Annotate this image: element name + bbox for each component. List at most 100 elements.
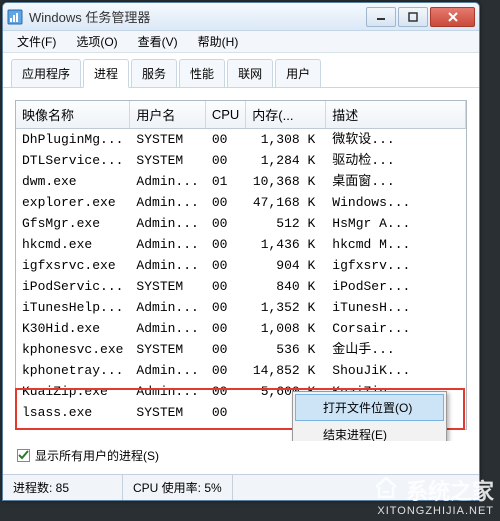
- cell-mem: 1,436 K: [246, 234, 326, 255]
- status-cpu-usage: CPU 使用率: 5%: [123, 475, 233, 500]
- cell-cpu: 00: [205, 402, 245, 423]
- cell-mem: 1,352 K: [246, 297, 326, 318]
- cell-cpu: 00: [205, 297, 245, 318]
- table-row[interactable]: kphonetray...Admin...0014,852 KShouJiK..…: [16, 360, 466, 381]
- cell-mem: 10,368 K: [246, 171, 326, 192]
- tab-services[interactable]: 服务: [131, 59, 177, 87]
- cell-cpu: 00: [205, 276, 245, 297]
- cell-cpu: 00: [205, 255, 245, 276]
- table-row[interactable]: DhPluginMg...SYSTEM001,308 K微软设...: [16, 129, 466, 151]
- cell-cpu: 00: [205, 129, 245, 151]
- context-menu: 打开文件位置(O) 结束进程(E): [292, 391, 447, 441]
- cell-mem: 840 K: [246, 276, 326, 297]
- menu-help[interactable]: 帮助(H): [188, 31, 249, 52]
- cell-user: Admin...: [130, 381, 205, 402]
- cell-user: SYSTEM: [130, 129, 205, 151]
- cell-cpu: 00: [205, 318, 245, 339]
- cell-user: Admin...: [130, 255, 205, 276]
- cell-cpu: 00: [205, 339, 245, 360]
- ctx-open-file-location[interactable]: 打开文件位置(O): [295, 394, 444, 421]
- cell-desc: HsMgr A...: [326, 213, 466, 234]
- cell-mem: 512 K: [246, 213, 326, 234]
- cell-cpu: 00: [205, 192, 245, 213]
- table-row[interactable]: iPodServic...SYSTEM00840 KiPodSer...: [16, 276, 466, 297]
- cell-user: Admin...: [130, 213, 205, 234]
- menu-options[interactable]: 选项(O): [66, 31, 127, 52]
- menu-file[interactable]: 文件(F): [7, 31, 66, 52]
- cell-cpu: 00: [205, 150, 245, 171]
- tab-performance[interactable]: 性能: [179, 59, 225, 87]
- table-row[interactable]: hkcmd.exeAdmin...001,436 Khkcmd M...: [16, 234, 466, 255]
- cell-mem: 536 K: [246, 339, 326, 360]
- cell-img: DhPluginMg...: [16, 129, 130, 151]
- cell-desc: 桌面窗...: [326, 171, 466, 192]
- table-row[interactable]: DTLService...SYSTEM001,284 K驱动检...: [16, 150, 466, 171]
- show-all-users-checkbox[interactable]: [17, 449, 30, 462]
- cell-desc: ShouJiK...: [326, 360, 466, 381]
- check-icon: [18, 450, 29, 461]
- menubar: 文件(F) 选项(O) 查看(V) 帮助(H): [3, 31, 479, 53]
- minimize-button[interactable]: [366, 7, 396, 27]
- table-row[interactable]: kphonesvc.exeSYSTEM00536 K金山手...: [16, 339, 466, 360]
- cell-desc: igfxsrv...: [326, 255, 466, 276]
- cell-img: hkcmd.exe: [16, 234, 130, 255]
- statusbar: 进程数: 85 CPU 使用率: 5%: [3, 474, 479, 500]
- cell-mem: 1,284 K: [246, 150, 326, 171]
- tab-applications[interactable]: 应用程序: [11, 59, 81, 87]
- cell-img: dwm.exe: [16, 171, 130, 192]
- tab-processes[interactable]: 进程: [83, 59, 129, 88]
- ctx-end-process[interactable]: 结束进程(E): [295, 421, 444, 441]
- watermark-url: XITONGZHIJIA.NET: [372, 505, 494, 517]
- process-list[interactable]: 映像名称 用户名 CPU 内存(... 描述 DhPluginMg...SYST…: [15, 100, 467, 430]
- col-description[interactable]: 描述: [326, 101, 466, 129]
- cell-user: Admin...: [130, 171, 205, 192]
- cell-desc: iTunesH...: [326, 297, 466, 318]
- cell-img: GfsMgr.exe: [16, 213, 130, 234]
- maximize-button[interactable]: [398, 7, 428, 27]
- bottom-controls: 显示所有用户的进程(S): [3, 441, 479, 474]
- col-memory[interactable]: 内存(...: [246, 101, 326, 129]
- cell-desc: Windows...: [326, 192, 466, 213]
- column-headers: 映像名称 用户名 CPU 内存(... 描述: [16, 101, 466, 129]
- cell-cpu: 00: [205, 234, 245, 255]
- cell-mem: 1,308 K: [246, 129, 326, 151]
- table-row[interactable]: dwm.exeAdmin...0110,368 K桌面窗...: [16, 171, 466, 192]
- col-user-name[interactable]: 用户名: [130, 101, 205, 129]
- cell-user: Admin...: [130, 318, 205, 339]
- cell-user: Admin...: [130, 360, 205, 381]
- cell-desc: 金山手...: [326, 339, 466, 360]
- table-row[interactable]: K30Hid.exeAdmin...001,008 KCorsair...: [16, 318, 466, 339]
- col-image-name[interactable]: 映像名称: [16, 101, 130, 129]
- cell-desc: 微软设...: [326, 129, 466, 151]
- col-cpu[interactable]: CPU: [205, 101, 245, 129]
- titlebar[interactable]: Windows 任务管理器: [3, 3, 479, 31]
- table-row[interactable]: GfsMgr.exeAdmin...00512 KHsMgr A...: [16, 213, 466, 234]
- cell-img: K30Hid.exe: [16, 318, 130, 339]
- process-table-area: 映像名称 用户名 CPU 内存(... 描述 DhPluginMg...SYST…: [3, 88, 479, 441]
- cell-cpu: 00: [205, 360, 245, 381]
- cell-img: iTunesHelp...: [16, 297, 130, 318]
- cell-user: SYSTEM: [130, 402, 205, 423]
- cell-img: iPodServic...: [16, 276, 130, 297]
- close-button[interactable]: [430, 7, 475, 27]
- cell-img: KuaiZip.exe: [16, 381, 130, 402]
- cell-user: SYSTEM: [130, 150, 205, 171]
- cell-desc: hkcmd M...: [326, 234, 466, 255]
- cell-img: kphonesvc.exe: [16, 339, 130, 360]
- cell-img: kphonetray...: [16, 360, 130, 381]
- cell-mem: 47,168 K: [246, 192, 326, 213]
- cell-desc: Corsair...: [326, 318, 466, 339]
- table-row[interactable]: iTunesHelp...Admin...001,352 KiTunesH...: [16, 297, 466, 318]
- tab-users[interactable]: 用户: [275, 59, 321, 87]
- window-title: Windows 任务管理器: [29, 7, 364, 26]
- cell-cpu: 00: [205, 381, 245, 402]
- cell-img: igfxsrvc.exe: [16, 255, 130, 276]
- cell-cpu: 00: [205, 213, 245, 234]
- table-row[interactable]: igfxsrvc.exeAdmin...00904 Kigfxsrv...: [16, 255, 466, 276]
- cell-user: SYSTEM: [130, 276, 205, 297]
- menu-view[interactable]: 查看(V): [128, 31, 188, 52]
- table-row[interactable]: explorer.exeAdmin...0047,168 KWindows...: [16, 192, 466, 213]
- cell-mem: 14,852 K: [246, 360, 326, 381]
- tab-network[interactable]: 联网: [227, 59, 273, 87]
- task-manager-window: Windows 任务管理器 文件(F) 选项(O) 查看(V) 帮助(H) 应用…: [2, 2, 480, 501]
